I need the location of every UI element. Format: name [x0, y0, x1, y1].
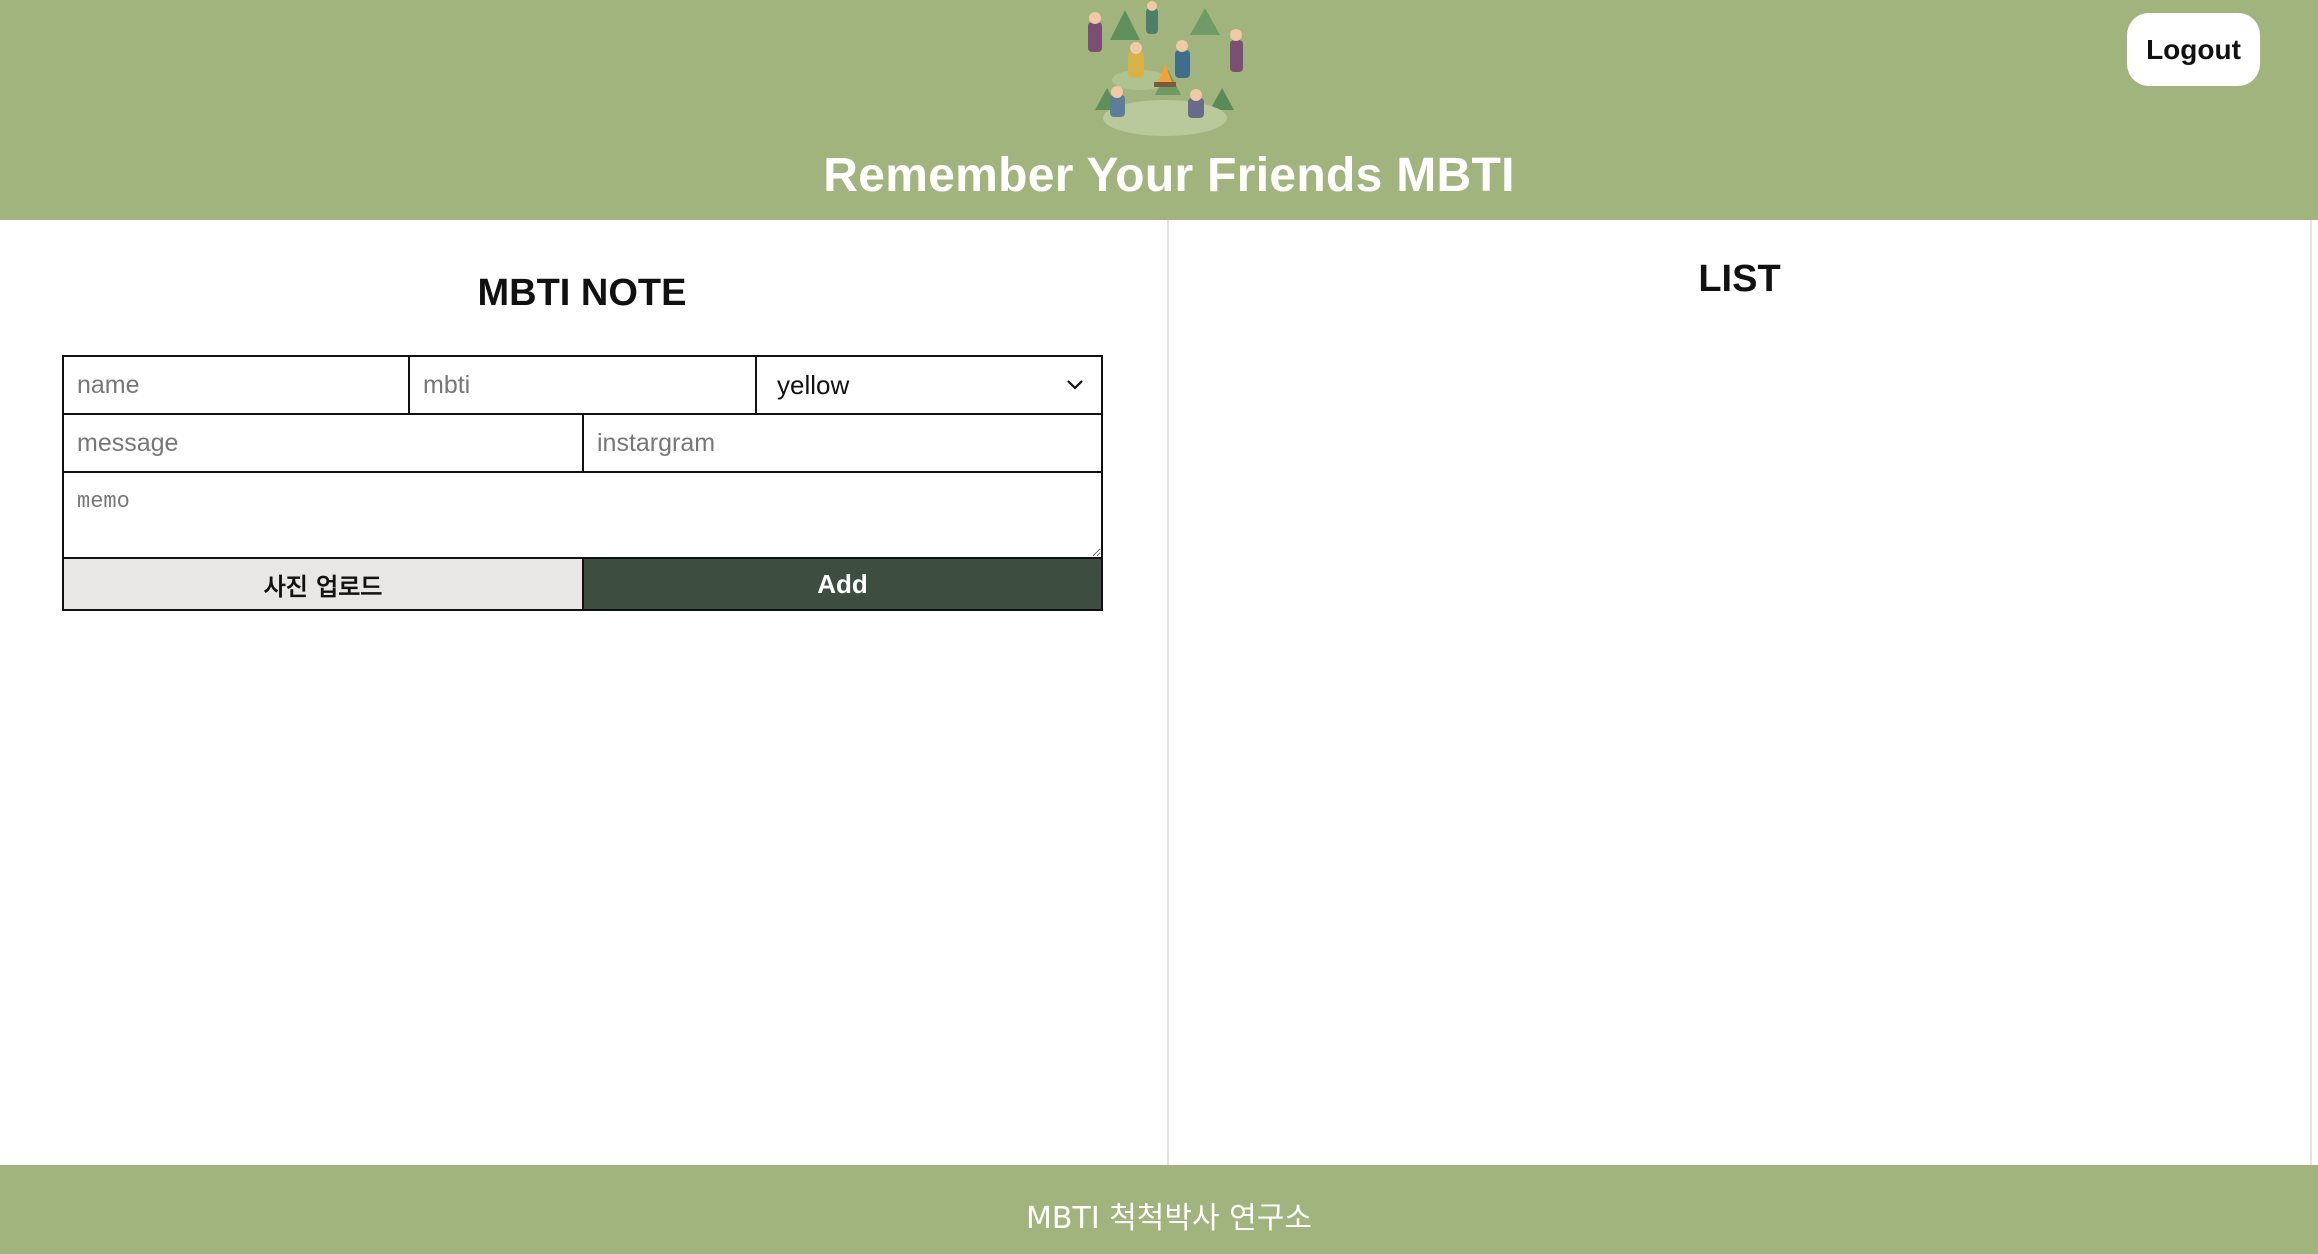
color-select[interactable]: yellow [755, 355, 1103, 415]
site-header: Remember Your Friends MBTI Logout [0, 0, 2318, 220]
page-title: Remember Your Friends MBTI [823, 149, 1515, 202]
logout-button[interactable]: Logout [2127, 13, 2260, 86]
mbti-input[interactable] [408, 355, 757, 415]
instagram-input[interactable] [582, 413, 1103, 473]
form-row-1: yellow [62, 355, 1103, 415]
footer-text: MBTI 척척박사 연구소 [1026, 1201, 1312, 1236]
chevron-down-icon [1067, 380, 1083, 390]
form-row-actions: 사진 업로드 Add [62, 557, 1103, 611]
site-footer: MBTI 척척박사 연구소 [0, 1165, 2318, 1254]
list-title: LIST [1698, 258, 1781, 300]
name-input[interactable] [62, 355, 410, 415]
photo-upload-button[interactable]: 사진 업로드 [62, 557, 584, 611]
add-button[interactable]: Add [582, 557, 1103, 611]
memo-textarea[interactable] [62, 471, 1103, 559]
friends-logo-icon [1088, 1, 1243, 136]
right-edge-divider [2310, 220, 2312, 1165]
mbti-note-form: yellow 사진 업로드 Add [62, 355, 1103, 611]
mbti-note-title: MBTI NOTE [477, 272, 687, 314]
message-input[interactable] [62, 413, 584, 473]
color-select-value: yellow [777, 369, 850, 400]
panel-divider [1167, 220, 1169, 1165]
form-row-2 [62, 413, 1103, 473]
